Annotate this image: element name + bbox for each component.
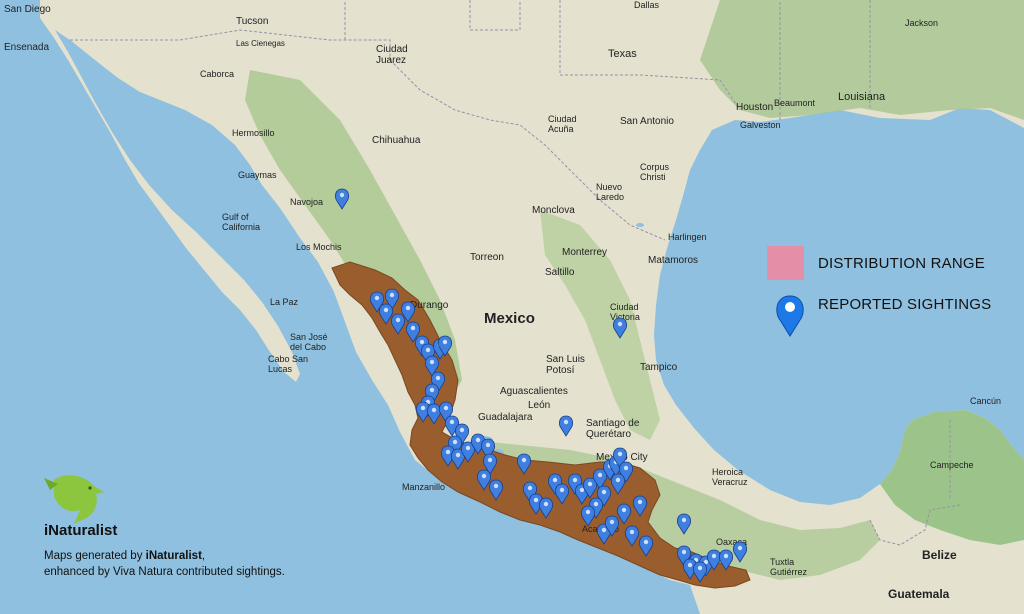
svg-text:La Paz: La Paz — [270, 297, 299, 307]
svg-text:Ciudad: Ciudad — [610, 302, 639, 312]
svg-text:Jackson: Jackson — [905, 18, 938, 28]
svg-text:Acuña: Acuña — [548, 124, 574, 134]
svg-text:San Antonio: San Antonio — [620, 116, 674, 127]
label-guatemala: Guatemala — [888, 587, 950, 601]
svg-text:Torreon: Torreon — [470, 252, 504, 263]
svg-text:Beaumont: Beaumont — [774, 98, 816, 108]
svg-text:Tucson: Tucson — [236, 16, 268, 27]
svg-text:San Luis: San Luis — [546, 354, 585, 365]
svg-text:Cabo San: Cabo San — [268, 354, 308, 364]
svg-text:Corpus: Corpus — [640, 162, 670, 172]
svg-text:Tampico: Tampico — [640, 362, 678, 373]
svg-text:Galveston: Galveston — [740, 120, 781, 130]
legend-sightings-label: REPORTED SIGHTINGS — [818, 296, 992, 313]
svg-text:Cancún: Cancún — [970, 396, 1001, 406]
svg-text:Nuevo: Nuevo — [596, 182, 622, 192]
svg-text:Ensenada: Ensenada — [4, 42, 49, 53]
svg-text:Campeche: Campeche — [930, 460, 974, 470]
svg-text:Christi: Christi — [640, 172, 666, 182]
svg-text:Guaymas: Guaymas — [238, 170, 277, 180]
label-mexico: Mexico — [484, 310, 535, 327]
svg-text:Durango: Durango — [410, 300, 449, 311]
svg-text:Veracruz: Veracruz — [712, 477, 748, 487]
credit-brand: iNaturalist — [145, 550, 202, 562]
legend-range-label: DISTRIBUTION RANGE — [818, 255, 985, 272]
svg-text:Los Mochis: Los Mochis — [296, 242, 342, 252]
svg-text:Aguascalientes: Aguascalientes — [500, 386, 568, 397]
svg-text:Querétaro: Querétaro — [586, 429, 631, 440]
credit-prefix: Maps generated by — [44, 550, 146, 562]
svg-text:Chihuahua: Chihuahua — [372, 135, 421, 146]
credit-suffix: , — [201, 550, 206, 562]
svg-text:Manzanillo: Manzanillo — [402, 482, 445, 492]
svg-text:Monterrey: Monterrey — [562, 247, 607, 258]
svg-text:Lucas: Lucas — [268, 364, 293, 374]
svg-text:Ciudad: Ciudad — [548, 114, 577, 124]
svg-text:Gulf of: Gulf of — [222, 212, 249, 222]
svg-text:San Diego: San Diego — [4, 4, 51, 15]
svg-text:Harlingen: Harlingen — [668, 232, 707, 242]
credit-line-2: enhanced by Viva Natura contributed sigh… — [44, 566, 285, 578]
svg-text:Navojoa: Navojoa — [290, 197, 323, 207]
svg-text:Las Cienegas: Las Cienegas — [236, 39, 285, 48]
svg-text:Hermosillo: Hermosillo — [232, 128, 275, 138]
svg-text:León: León — [528, 400, 550, 411]
svg-text:Santiago de: Santiago de — [586, 418, 640, 429]
svg-text:San José: San José — [290, 332, 328, 342]
svg-text:Ciudad: Ciudad — [376, 44, 408, 55]
credit-line-1: Maps generated by iNaturalist, — [44, 550, 205, 562]
svg-text:Gutiérrez: Gutiérrez — [770, 567, 808, 577]
svg-text:Matamoros: Matamoros — [648, 255, 698, 266]
label-louisiana: Louisiana — [838, 91, 886, 103]
inaturalist-wordmark: iNaturalist — [44, 522, 118, 539]
svg-text:Potosí: Potosí — [546, 365, 575, 376]
svg-text:Heroica: Heroica — [712, 467, 743, 477]
svg-text:California: California — [222, 222, 260, 232]
legend-range-swatch — [767, 246, 804, 280]
svg-text:Monclova: Monclova — [532, 205, 575, 216]
svg-text:Caborca: Caborca — [200, 69, 234, 79]
svg-text:Houston: Houston — [736, 102, 773, 113]
svg-text:Guadalajara: Guadalajara — [478, 412, 533, 423]
svg-text:del Cabo: del Cabo — [290, 342, 326, 352]
label-texas: Texas — [608, 48, 637, 60]
svg-text:Laredo: Laredo — [596, 192, 624, 202]
label-belize: Belize — [922, 548, 957, 562]
svg-text:Dallas: Dallas — [634, 0, 660, 10]
svg-text:Juarez: Juarez — [376, 55, 406, 66]
svg-text:Tuxtla: Tuxtla — [770, 557, 794, 567]
svg-text:Saltillo: Saltillo — [545, 267, 575, 278]
